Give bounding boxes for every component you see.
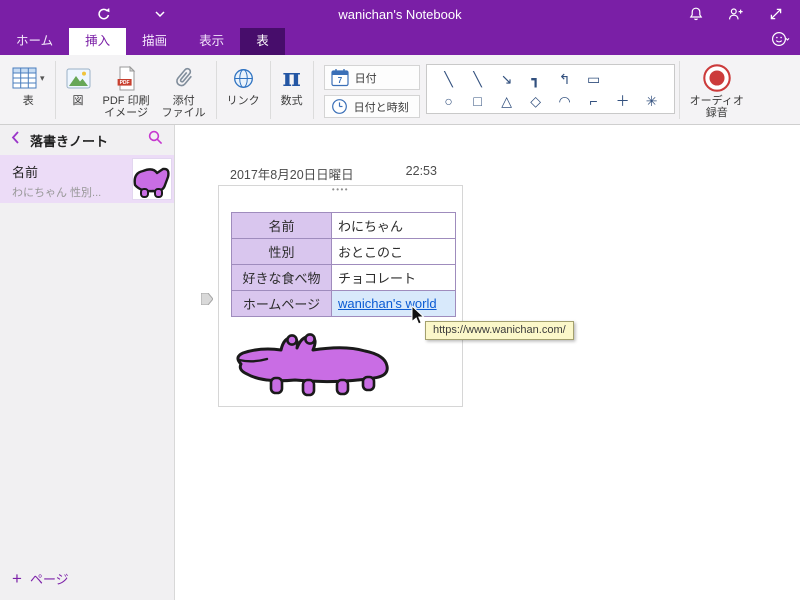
shape-circle-icon[interactable]: ○ <box>441 92 457 110</box>
clock-icon <box>331 99 347 114</box>
title-bar: wanichan's Notebook <box>0 0 800 28</box>
ribbon-separator <box>678 61 680 119</box>
shape-rectangle-wide-icon[interactable]: ▭ <box>586 70 602 88</box>
pi-equation-icon: π <box>282 63 301 92</box>
tab-insert[interactable]: 挿入 <box>69 28 127 55</box>
page-item-preview: わにちゃん 性別... <box>12 187 102 199</box>
ribbon-separator <box>312 61 314 119</box>
tab-table-contextual[interactable]: 表 <box>240 28 285 55</box>
record-icon <box>701 61 733 95</box>
feedback-smiley-icon[interactable] <box>770 29 790 54</box>
shape-plus-axes-icon[interactable]: ＋ <box>615 92 631 110</box>
plus-icon: + <box>12 569 22 588</box>
sidebar-header: 落書きノート <box>0 125 174 155</box>
page-sidebar: 落書きノート 名前 わにちゃん 性別... + ページ <box>0 125 175 600</box>
table-cell-label[interactable]: 好きな食べ物 <box>231 264 332 291</box>
table-cell-label[interactable]: ホームページ <box>231 290 332 317</box>
shape-line-icon[interactable]: ╲ <box>441 70 457 88</box>
ribbon-insert: ▾ 表 図 PDF PDF 印刷 イメージ 添付 ファイル リンク π 数式 7… <box>0 55 800 125</box>
globe-link-icon <box>232 61 255 95</box>
audio-record-button[interactable]: オーディオ 録音 <box>684 59 750 119</box>
table-row: 性別 おとこのこ <box>231 238 456 265</box>
note-container[interactable]: •••• 名前 わにちゃん 性別 おとこのこ 好きな食べ物 チョコレート ホーム… <box>200 185 463 407</box>
insert-date-button[interactable]: 7 日付 <box>323 65 420 90</box>
section-name[interactable]: 落書きノート <box>30 131 139 150</box>
tab-home[interactable]: ホーム <box>0 28 69 55</box>
undo-icon[interactable] <box>96 6 112 22</box>
insert-table-button[interactable]: ▾ 表 <box>6 59 51 107</box>
expand-fullscreen-icon[interactable] <box>768 6 784 22</box>
table-row: 好きな食べ物 チョコレート <box>231 264 456 291</box>
shape-line2-icon[interactable]: ╲ <box>470 70 486 88</box>
mouse-cursor <box>411 304 426 331</box>
shape-star-icon[interactable]: ✳ <box>644 92 660 110</box>
ribbon-separator <box>215 61 217 119</box>
notifications-bell-icon[interactable] <box>688 6 704 22</box>
page-time: 22:53 <box>405 164 437 178</box>
calendar-icon: 7 <box>330 69 349 87</box>
back-chevron-icon[interactable] <box>10 130 22 150</box>
shape-arc-icon[interactable]: ◠ <box>557 92 573 110</box>
table-cell-value-link: wanichan's world <box>331 290 456 317</box>
pdf-document-icon: PDF <box>116 61 137 95</box>
page-date-line: 2017年8月20日日曜日 22:53 <box>230 164 437 183</box>
table-row: 名前 わにちゃん <box>231 212 456 239</box>
paragraph-handle[interactable] <box>200 292 214 306</box>
tab-draw[interactable]: 描画 <box>126 28 183 55</box>
attach-file-button[interactable]: 添付 ファイル <box>156 59 212 119</box>
svg-text:PDF: PDF <box>119 80 129 86</box>
toolbar-chevron-down-icon[interactable] <box>152 6 168 22</box>
shape-diamond-icon[interactable]: ◇ <box>528 92 544 110</box>
table-cell-value[interactable]: わにちゃん <box>331 212 456 239</box>
link-tooltip: https://www.wanichan.com/ <box>425 321 574 340</box>
insert-equation-button[interactable]: π 数式 <box>275 59 309 108</box>
shape-angle-icon[interactable]: ⌐ <box>586 92 602 110</box>
tab-view[interactable]: 表示 <box>183 28 240 55</box>
svg-text:7: 7 <box>337 76 342 85</box>
insert-link-button[interactable]: リンク <box>221 59 266 107</box>
paperclip-icon <box>172 61 196 95</box>
note-table: 名前 わにちゃん 性別 おとこのこ 好きな食べ物 チョコレート ホームページ w… <box>231 212 456 317</box>
page-canvas[interactable]: 2017年8月20日日曜日 22:53 •••• 名前 わにちゃん 性別 おとこ… <box>175 125 800 600</box>
shape-arrow-icon[interactable]: ↘ <box>499 70 515 88</box>
table-cell-value[interactable]: チョコレート <box>331 264 456 291</box>
page-item-title: 名前 <box>12 165 39 180</box>
insert-picture-button[interactable]: 図 <box>60 59 97 107</box>
shape-elbow-icon[interactable]: ┓ <box>528 70 544 88</box>
ribbon-separator <box>54 61 56 119</box>
table-cell-label[interactable]: 名前 <box>231 212 332 239</box>
ribbon-tab-row: ホーム 挿入 描画 表示 表 <box>0 28 800 55</box>
table-grid-icon: ▾ <box>12 61 45 95</box>
date-time-group: 7 日付 日付と時刻 <box>323 65 420 118</box>
shape-elbow-arrow-icon[interactable]: ↰ <box>557 70 573 88</box>
table-dropdown-icon: ▾ <box>40 72 45 83</box>
page-date: 2017年8月20日日曜日 <box>230 168 354 182</box>
shape-triangle-icon[interactable]: △ <box>499 92 515 110</box>
search-icon[interactable] <box>147 129 164 151</box>
add-page-button[interactable]: + ページ <box>12 569 69 588</box>
insert-datetime-button[interactable]: 日付と時刻 <box>323 95 420 118</box>
shape-square-icon[interactable]: □ <box>470 92 486 110</box>
container-drag-handle[interactable]: •••• <box>219 186 462 194</box>
page-list-item-selected[interactable]: 名前 わにちゃん 性別... <box>0 155 174 203</box>
share-add-person-icon[interactable] <box>728 6 744 22</box>
crocodile-doodle[interactable] <box>233 326 398 403</box>
picture-icon <box>66 61 91 95</box>
shapes-gallery: ╲ ╲ ↘ ┓ ↰ ▭ ○ □ △ ◇ ◠ ⌐ ＋ ✳ <box>425 64 675 114</box>
table-cell-value[interactable]: おとこのこ <box>331 238 456 265</box>
onenote-window: wanichan's Notebook ホーム 挿入 描画 表示 表 ▾ 表 図… <box>0 0 800 600</box>
table-cell-label[interactable]: 性別 <box>231 238 332 265</box>
page-thumbnail <box>132 158 172 200</box>
insert-pdf-printout-button[interactable]: PDF PDF 印刷 イメージ <box>97 59 156 119</box>
ribbon-separator <box>269 61 271 119</box>
